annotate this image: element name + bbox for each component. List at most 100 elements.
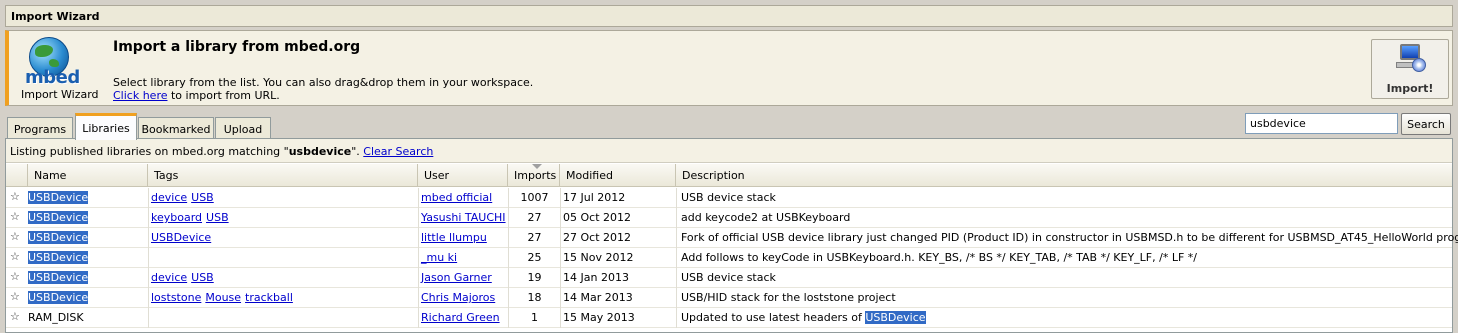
table-row[interactable]: ☆ USBDevice _mu ki 25 15 Nov 2012 Add follows… — [6, 248, 1452, 268]
library-description: Updated to use latest headers of USBDevi… — [676, 308, 926, 328]
click-here-link[interactable]: Click here — [113, 89, 168, 102]
library-modified: 15 Nov 2012 — [560, 248, 676, 268]
tag-link[interactable]: loststone — [151, 291, 201, 304]
library-tags: keyboard USB — [148, 208, 418, 228]
tab-programs[interactable]: Programs — [7, 117, 73, 140]
table-row[interactable]: ☆ USBDevice loststone Mouse trackball Chris M… — [6, 288, 1452, 308]
tab-upload[interactable]: Upload — [215, 117, 271, 140]
library-name[interactable]: USBDevice — [28, 211, 89, 224]
library-description: Fork of official USB device library just… — [676, 228, 1458, 248]
library-name[interactable]: USBDevice — [28, 291, 89, 304]
search-button[interactable]: Search — [1401, 113, 1451, 135]
status-term: usbdevice — [288, 145, 352, 158]
url-import-line: Click here to import from URL. — [113, 89, 280, 102]
status-prefix: Listing published libraries on mbed.org … — [10, 145, 289, 158]
table-row[interactable]: ☆ USBDevice USBDevice little llumpu 27 27 Oct… — [6, 228, 1458, 248]
bookmark-star-icon[interactable]: ☆ — [10, 228, 26, 248]
description-text: USB device stack — [681, 191, 776, 204]
bookmark-star-icon[interactable]: ☆ — [10, 288, 26, 308]
library-user-link[interactable]: mbed official — [421, 191, 492, 204]
library-list-panel: Listing published libraries on mbed.org … — [5, 138, 1458, 333]
col-description-header[interactable]: Description — [676, 164, 1452, 187]
library-user-link[interactable]: Richard Green — [421, 311, 500, 324]
library-tags: loststone Mouse trackball — [148, 288, 418, 308]
library-rows: ☆ USBDevice device USB mbed official 1007 17 J… — [6, 188, 1458, 328]
library-imports: 25 — [508, 248, 560, 268]
bookmark-star-icon[interactable]: ☆ — [10, 248, 26, 268]
library-name[interactable]: USBDevice — [28, 231, 89, 244]
search-status: Listing published libraries on mbed.org … — [6, 139, 1452, 163]
library-tags — [148, 248, 418, 268]
col-modified-header[interactable]: Modified — [560, 164, 676, 187]
library-modified: 17 Jul 2012 — [560, 188, 676, 208]
description-text: Add follows to keyCode in USBKeyboard.h.… — [681, 251, 1197, 264]
library-modified: 14 Mar 2013 — [560, 288, 676, 308]
library-imports: 27 — [508, 228, 560, 248]
import-button-label: Import! — [1386, 82, 1434, 95]
logo-caption: Import Wizard — [21, 88, 99, 101]
library-description: USB device stack — [676, 268, 776, 288]
library-modified: 05 Oct 2012 — [560, 208, 676, 228]
url-import-text: to import from URL. — [167, 89, 280, 102]
library-tags: device USB — [148, 188, 418, 208]
tag-link[interactable]: USB — [206, 211, 229, 224]
col-user-header[interactable]: User — [418, 164, 508, 187]
table-row[interactable]: ☆ USBDevice device USB Jason Garner 19 14 Jan … — [6, 268, 1452, 288]
library-user-link[interactable]: Yasushi TAUCHI — [421, 211, 506, 224]
table-row[interactable]: ☆ RAM_DISK Richard Green 1 15 May 2013 Update… — [6, 308, 1452, 328]
clear-search-link[interactable]: Clear Search — [363, 145, 433, 158]
library-user-link[interactable]: _mu ki — [421, 251, 457, 264]
mbed-logo-icon: mbed — [21, 37, 80, 93]
library-user-link[interactable]: Chris Majoros — [421, 291, 495, 304]
page-title: Import a library from mbed.org — [113, 39, 361, 55]
bookmark-star-icon[interactable]: ☆ — [10, 268, 26, 288]
library-modified: 15 May 2013 — [560, 308, 676, 328]
library-name[interactable]: RAM_DISK — [28, 311, 84, 324]
library-name[interactable]: USBDevice — [28, 271, 89, 284]
tag-link[interactable]: device — [151, 191, 187, 204]
header-description: Select library from the list. You can al… — [113, 76, 534, 89]
bookmark-star-icon[interactable]: ☆ — [10, 308, 26, 328]
tag-link[interactable]: USB — [191, 271, 214, 284]
tab-bookmarked[interactable]: Bookmarked — [138, 117, 214, 140]
window-titlebar: Import Wizard — [5, 5, 1453, 27]
table-row[interactable]: ☆ USBDevice device USB mbed official 1007 17 J… — [6, 188, 1452, 208]
table-row[interactable]: ☆ USBDevice keyboard USB Yasushi TAUCHI 27 05 … — [6, 208, 1452, 228]
library-imports: 18 — [508, 288, 560, 308]
library-description: USB device stack — [676, 188, 776, 208]
library-imports: 19 — [508, 268, 560, 288]
library-description: USB/HID stack for the loststone project — [676, 288, 896, 308]
library-name[interactable]: USBDevice — [28, 191, 89, 204]
library-tags: device USB — [148, 268, 418, 288]
library-description: Add follows to keyCode in USBKeyboard.h.… — [676, 248, 1197, 268]
table-header: Name Tags User Imports Modified Descript… — [6, 164, 1452, 187]
library-modified: 27 Oct 2012 — [560, 228, 676, 248]
bookmark-star-icon[interactable]: ☆ — [10, 188, 26, 208]
description-text: Fork of official USB device library just… — [681, 231, 1458, 244]
import-button[interactable]: Import! — [1371, 39, 1449, 99]
tab-libraries[interactable]: Libraries — [75, 113, 137, 140]
description-text: Updated to use latest headers of — [681, 311, 866, 324]
sort-desc-icon — [532, 164, 542, 169]
tag-link[interactable]: trackball — [245, 291, 293, 304]
tag-link[interactable]: USBDevice — [151, 231, 211, 244]
library-modified: 14 Jan 2013 — [560, 268, 676, 288]
tag-link[interactable]: USB — [191, 191, 214, 204]
library-name[interactable]: USBDevice — [28, 251, 89, 264]
col-name-header[interactable]: Name — [28, 164, 148, 187]
library-user-link[interactable]: Jason Garner — [421, 271, 492, 284]
library-imports: 1 — [508, 308, 560, 328]
bookmark-star-icon[interactable]: ☆ — [10, 208, 26, 228]
col-tags-header[interactable]: Tags — [148, 164, 418, 187]
tag-link[interactable]: device — [151, 271, 187, 284]
tag-link[interactable]: Mouse — [205, 291, 241, 304]
logo-text: mbed — [25, 67, 80, 88]
tag-link[interactable]: keyboard — [151, 211, 202, 224]
description-text: USB/HID stack for the loststone project — [681, 291, 896, 304]
search-input[interactable] — [1245, 113, 1398, 134]
library-user-link[interactable]: little llumpu — [421, 231, 487, 244]
library-tags — [148, 308, 418, 328]
library-tags: USBDevice — [148, 228, 418, 248]
col-star-header — [6, 164, 28, 187]
library-imports: 1007 — [508, 188, 560, 208]
